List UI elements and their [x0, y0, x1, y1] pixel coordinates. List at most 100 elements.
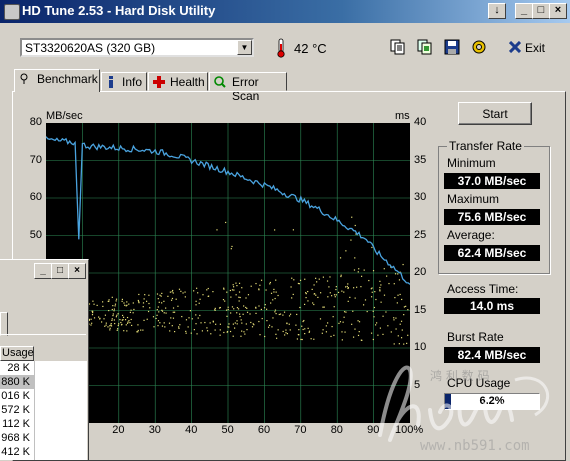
access-time-point [343, 316, 345, 318]
access-time-point [247, 294, 250, 296]
access-time-point [238, 300, 240, 302]
usage-column-header[interactable]: Usage [0, 346, 34, 361]
access-time-point [307, 290, 309, 293]
list-item[interactable]: 016 K [0, 389, 34, 403]
maximum-value: 75.6 MB/sec [444, 209, 540, 225]
list-item[interactable]: 112 K [0, 417, 34, 431]
access-time-point [228, 323, 230, 325]
app-icon [4, 4, 20, 20]
access-time-point [236, 323, 238, 325]
access-time-point [363, 269, 365, 271]
access-time-point [126, 301, 128, 303]
access-time-point [343, 291, 345, 293]
access-time-point [172, 311, 174, 313]
left-tick-label: 80 [29, 116, 42, 128]
tab-label: Info [122, 75, 143, 89]
access-time-point [232, 284, 234, 286]
access-time-point [230, 248, 232, 250]
access-time-point [109, 329, 111, 331]
access-time-point [325, 331, 328, 333]
access-time-point [165, 312, 167, 314]
access-time-point [351, 216, 353, 218]
copy-icon[interactable] [390, 39, 406, 55]
chevron-down-icon[interactable]: ▼ [237, 40, 252, 55]
exit-button[interactable]: Exit [497, 38, 552, 58]
save-icon[interactable] [444, 39, 460, 55]
left-tick-label: 50 [29, 228, 42, 241]
overlay-tab[interactable] [0, 312, 8, 336]
options-icon[interactable] [471, 39, 487, 55]
access-time-point [196, 287, 198, 289]
access-time-point [104, 325, 106, 327]
overlay-close-button[interactable]: × [68, 263, 86, 279]
start-button[interactable]: Start [458, 102, 532, 125]
access-time-point [259, 284, 261, 286]
copy-all-icon[interactable] [417, 39, 433, 55]
title-bar[interactable]: HD Tune 2.53 - Hard Disk Utility ↓ _ □ × [0, 0, 570, 23]
access-time-point [341, 331, 343, 333]
access-time-point [195, 300, 197, 302]
access-time-point [292, 229, 294, 231]
access-time-point [383, 294, 386, 296]
drive-select[interactable]: ST3320620AS (320 GB) ▼ [20, 38, 254, 57]
close-button[interactable]: × [549, 3, 567, 19]
access-time-point [264, 304, 266, 306]
exit-label: Exit [525, 41, 546, 55]
error-scan-icon [214, 76, 226, 88]
access-time-point [399, 293, 401, 296]
access-time-point [181, 315, 183, 318]
access-time-point [191, 318, 193, 320]
access-time-point [270, 302, 272, 304]
minimize-button[interactable]: _ [515, 3, 533, 19]
right-tick-label: 10 [414, 341, 427, 353]
list-item[interactable]: 880 K [0, 375, 34, 389]
access-time-point [143, 319, 145, 321]
access-time-point [231, 289, 234, 291]
access-time-point [303, 319, 305, 322]
list-item[interactable]: 968 K [0, 431, 34, 445]
access-time-point [215, 323, 217, 325]
access-time-point [169, 330, 171, 332]
access-time-point [232, 323, 234, 325]
access-time-point [399, 323, 401, 325]
access-time-point [406, 342, 408, 344]
maximize-button[interactable]: □ [532, 3, 550, 19]
access-time-point [292, 293, 294, 296]
access-time-point [230, 296, 232, 298]
access-time-point [304, 333, 306, 335]
access-time-point [326, 280, 329, 282]
access-time-point [96, 304, 98, 306]
access-time-point [301, 338, 303, 341]
tab-info[interactable]: Info [101, 72, 147, 91]
access-time-point [165, 307, 167, 309]
access-time-point [212, 321, 214, 323]
access-time-point [116, 328, 119, 330]
right-tick-label: 15 [414, 303, 427, 316]
access-time-point [234, 322, 236, 324]
access-time-point [249, 313, 251, 315]
access-time-point [196, 333, 198, 335]
tab-benchmark[interactable]: Benchmark [14, 69, 100, 92]
list-item[interactable]: 572 K [0, 403, 34, 417]
access-time-point [333, 294, 336, 296]
overlay-window[interactable]: _ □ × Usage 28 K 880 K 016 K 572 K 112 K 968 … [0, 259, 89, 460]
access-time-point [288, 323, 290, 325]
menu-arrow-button[interactable]: ↓ [488, 3, 506, 19]
access-time-point [115, 298, 118, 300]
overlay-minimize-button[interactable]: _ [34, 263, 52, 279]
access-time-point [382, 333, 384, 335]
window-title: HD Tune 2.53 - Hard Disk Utility [22, 3, 216, 18]
tab-error-scan[interactable]: Error Scan [209, 72, 287, 103]
access-time-point [142, 306, 144, 308]
access-time-point [245, 297, 247, 299]
access-time-point [163, 322, 165, 324]
overlay-maximize-button[interactable]: □ [51, 263, 69, 279]
tab-health[interactable]: Health [148, 72, 208, 91]
access-time-point [274, 309, 277, 311]
access-time-point [156, 293, 159, 295]
access-time-point [258, 320, 260, 323]
list-item[interactable]: 28 K [0, 361, 34, 375]
access-time-point [227, 308, 229, 311]
access-time-point [317, 296, 319, 299]
access-time-point [91, 314, 94, 316]
